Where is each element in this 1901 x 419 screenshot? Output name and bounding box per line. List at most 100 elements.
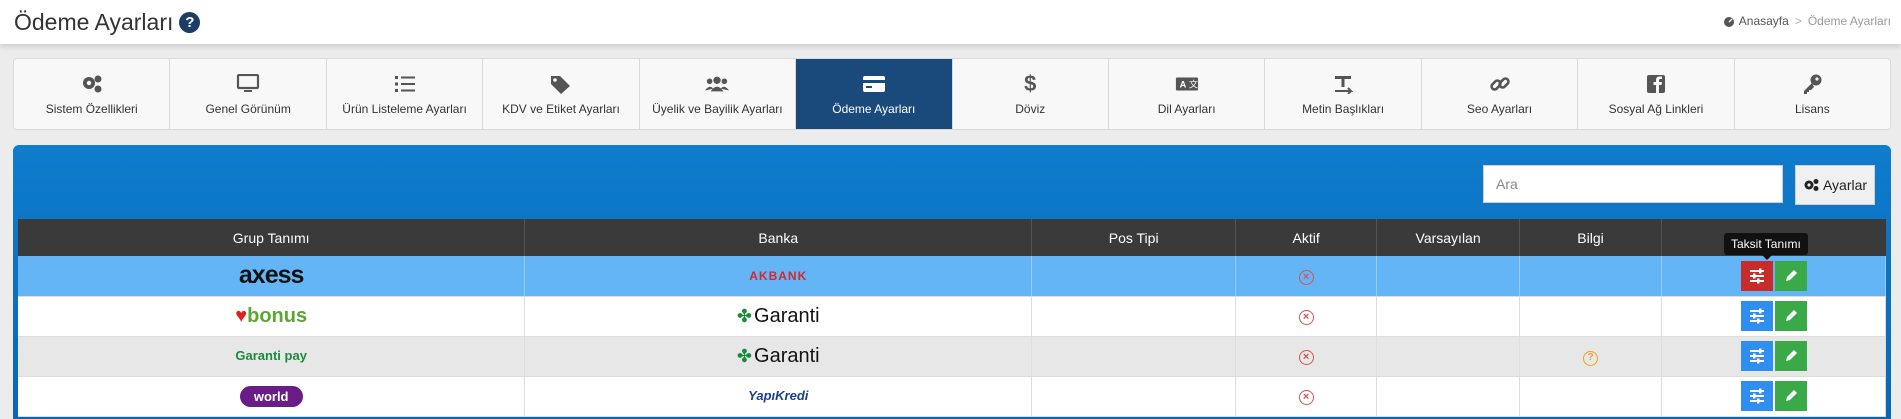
inactive-icon: × xyxy=(1298,350,1314,365)
svg-text:文: 文 xyxy=(1189,78,1198,89)
search-input[interactable] xyxy=(1483,165,1783,203)
key-icon xyxy=(1800,73,1824,95)
tab-label: Metin Başlıkları xyxy=(1302,101,1385,116)
edit-button[interactable] xyxy=(1774,260,1807,291)
info-cell xyxy=(1519,296,1663,337)
svg-text:A: A xyxy=(1179,79,1186,89)
edit-button[interactable] xyxy=(1774,301,1807,331)
tab-label: Ürün Listeleme Ayarları xyxy=(342,101,467,116)
inactive-icon: × xyxy=(1298,310,1314,325)
info-cell xyxy=(1519,376,1663,417)
help-icon[interactable]: ? xyxy=(179,12,201,33)
bonus-logo: ♥bonus xyxy=(235,305,307,327)
table-row[interactable]: axess AKBANK × xyxy=(18,256,1886,297)
tab-label: Döviz xyxy=(1015,101,1046,116)
garanti-logo: ✤ Garanti xyxy=(737,345,820,368)
tab-sosyal-ag[interactable]: Sosyal Ağ Linkleri xyxy=(1578,59,1735,129)
heart-icon: ♥ xyxy=(235,304,248,327)
bank-cell: AKBANK xyxy=(524,256,1033,297)
active-cell: × xyxy=(1235,336,1378,377)
info-cell: ? xyxy=(1519,336,1663,377)
inactive-icon: × xyxy=(1298,390,1314,405)
table-row[interactable]: world YapıKredi × xyxy=(18,376,1886,417)
yapikredi-logo: YapıKredi xyxy=(748,388,809,403)
question-icon[interactable]: ? xyxy=(1583,350,1599,366)
tab-seo-ayarlari[interactable]: Seo Ayarları xyxy=(1421,59,1579,129)
dashboard-icon xyxy=(1723,17,1734,27)
pencil-icon xyxy=(1785,350,1797,361)
page-title: Ödeme Ayarları ? xyxy=(14,9,201,36)
edit-button[interactable] xyxy=(1774,381,1807,411)
pencil-icon xyxy=(1785,390,1797,401)
tab-sistem-ozellikleri[interactable]: Sistem Özellikleri xyxy=(14,59,171,129)
table-row[interactable]: ♥bonus ✤ Garanti × xyxy=(18,296,1886,337)
payment-settings-panel: Ayarlar Grup Tanımı Banka Pos Tipi Aktif… xyxy=(13,145,1891,419)
actions-cell xyxy=(1661,376,1886,417)
tab-label: Lisans xyxy=(1795,101,1830,116)
tab-urun-listeleme[interactable]: Ürün Listeleme Ayarları xyxy=(326,59,484,129)
column-header[interactable]: Banka xyxy=(524,219,1033,256)
tab-dil-ayarlari[interactable]: A文 Dil Ayarları xyxy=(1108,59,1266,129)
breadcrumb-home-label: Anasayfa xyxy=(1738,14,1789,28)
tab-doviz[interactable]: $ Döviz xyxy=(952,59,1109,129)
column-header[interactable]: Varsayılan xyxy=(1376,219,1521,256)
column-header[interactable]: Grup Tanımı xyxy=(18,219,526,256)
settings-button[interactable]: Ayarlar xyxy=(1795,165,1875,205)
list-icon xyxy=(393,73,417,95)
sliders-icon xyxy=(1749,268,1764,284)
info-cell xyxy=(1519,256,1663,297)
page-title-text: Ödeme Ayarları xyxy=(14,9,174,35)
clover-icon: ✤ xyxy=(736,305,753,326)
column-header[interactable]: Aktif xyxy=(1235,219,1378,256)
tab-label: Dil Ayarları xyxy=(1157,101,1216,116)
installment-button[interactable] xyxy=(1740,341,1773,371)
group-cell: axess xyxy=(18,256,526,297)
tab-kdv-etiket[interactable]: KDV ve Etiket Ayarları xyxy=(483,59,640,129)
pos-type-cell xyxy=(1031,336,1237,377)
sliders-icon xyxy=(1749,308,1764,324)
garanti-logo-text: Garanti xyxy=(754,344,820,367)
installment-button[interactable] xyxy=(1740,381,1773,411)
users-icon xyxy=(705,73,730,95)
tab-label: Genel Görünüm xyxy=(205,101,291,116)
active-cell: × xyxy=(1235,296,1378,337)
inactive-icon: × xyxy=(1298,269,1314,285)
edit-button[interactable] xyxy=(1774,341,1807,371)
tab-genel-gorunum[interactable]: Genel Görünüm xyxy=(170,59,327,129)
sliders-icon xyxy=(1749,388,1764,404)
column-header[interactable]: Pos Tipi xyxy=(1031,219,1237,256)
actions-cell xyxy=(1661,256,1886,297)
monitor-icon xyxy=(236,73,260,95)
tab-uyelik-bayilik[interactable]: Üyelik ve Bayilik Ayarları xyxy=(639,59,797,129)
breadcrumb-current: Ödeme Ayarları xyxy=(1807,14,1891,28)
tab-label: Sistem Özellikleri xyxy=(45,101,138,116)
tab-lisans[interactable]: Lisans xyxy=(1734,59,1890,129)
pos-table: Grup Tanımı Banka Pos Tipi Aktif Varsayı… xyxy=(18,219,1886,417)
akbank-logo: AKBANK xyxy=(749,268,808,283)
installment-button[interactable] xyxy=(1740,301,1773,331)
dollar-icon: $ xyxy=(1024,70,1037,96)
tab-metin-basliklari[interactable]: Metin Başlıkları xyxy=(1265,59,1422,129)
world-logo: world xyxy=(239,385,303,407)
active-cell: × xyxy=(1235,256,1378,297)
cogs-icon xyxy=(80,73,104,95)
installment-button[interactable] xyxy=(1740,260,1773,291)
pos-type-cell xyxy=(1031,376,1237,417)
settings-button-label: Ayarlar xyxy=(1822,177,1868,193)
default-cell xyxy=(1376,336,1521,377)
group-cell: Garanti pay xyxy=(18,336,526,377)
bank-cell: ✤ Garanti xyxy=(524,296,1033,337)
breadcrumb-home[interactable]: Anasayfa xyxy=(1723,14,1789,28)
table-row[interactable]: Garanti pay ✤ Garanti × ? xyxy=(18,336,1886,377)
text-height-icon xyxy=(1331,73,1355,95)
tab-odeme-ayarlari[interactable]: Ödeme Ayarları xyxy=(796,59,953,129)
column-header[interactable]: Bilgi xyxy=(1519,219,1663,256)
default-cell xyxy=(1376,376,1521,417)
tab-label: Seo Ayarları xyxy=(1466,101,1533,116)
active-cell: × xyxy=(1235,376,1378,417)
tooltip-taksit-tanimi: Taksit Tanımı xyxy=(1724,233,1808,260)
pos-type-cell xyxy=(1031,296,1237,337)
default-cell xyxy=(1376,256,1521,297)
garanti-logo: ✤ Garanti xyxy=(737,305,820,328)
tab-label: Ödeme Ayarları xyxy=(832,101,916,116)
